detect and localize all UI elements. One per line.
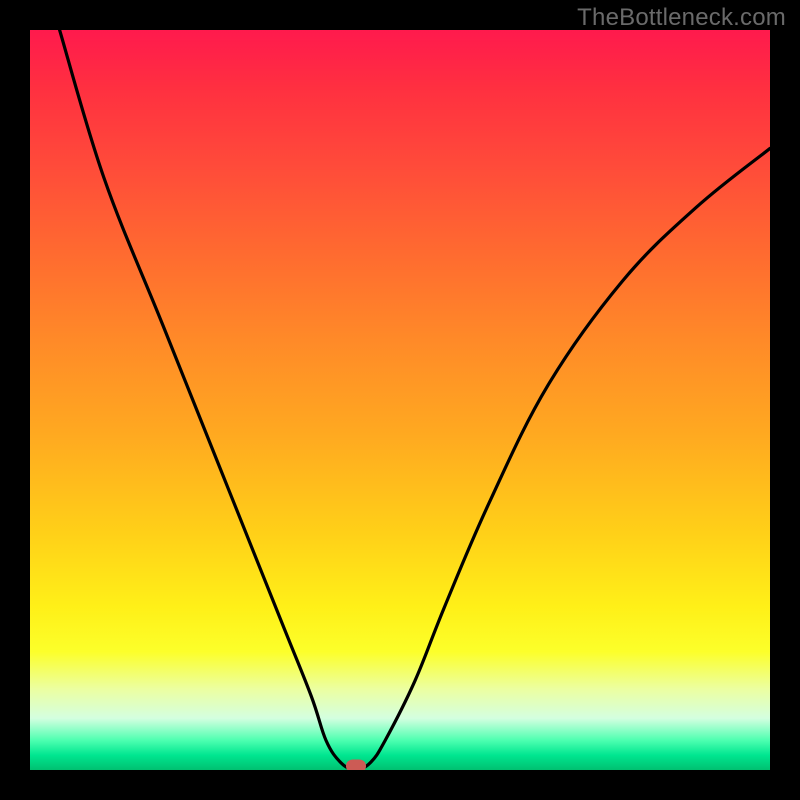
chart-frame: TheBottleneck.com [0,0,800,800]
watermark-text: TheBottleneck.com [577,4,786,32]
bottleneck-curve-svg [30,30,770,770]
plot-area [30,30,770,770]
bottleneck-curve [60,30,770,770]
optimal-point-marker [346,760,366,771]
